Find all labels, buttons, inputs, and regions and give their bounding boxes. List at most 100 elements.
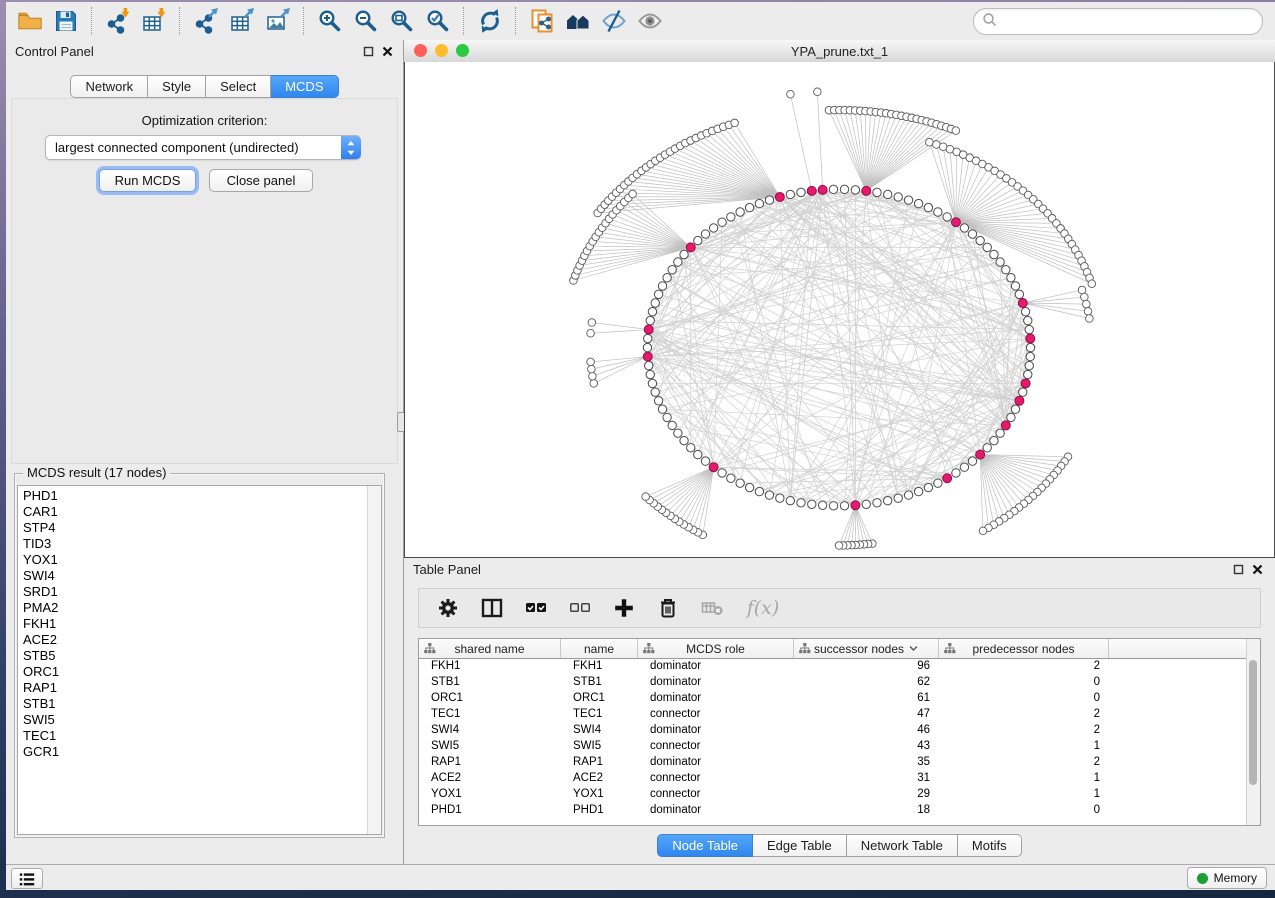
control-panel-title: Control Panel: [15, 44, 94, 59]
mcds-result-item[interactable]: ACE2: [23, 632, 368, 648]
column-header-MCDS-role[interactable]: MCDS role: [638, 639, 794, 658]
new-network-from-selection-button[interactable]: [524, 5, 560, 37]
task-history-button[interactable]: [11, 868, 43, 889]
mcds-result-item[interactable]: TID3: [23, 536, 368, 552]
network-window-titlebar[interactable]: YPA_prune.txt_1: [404, 40, 1275, 63]
mcds-result-item[interactable]: PHD1: [23, 488, 368, 504]
table-cell: TEC1: [561, 707, 638, 723]
close-panel-icon[interactable]: [380, 44, 394, 58]
mcds-result-item[interactable]: FKH1: [23, 616, 368, 632]
table-row[interactable]: FKH1FKH1dominator962: [419, 659, 1247, 675]
tab-select[interactable]: Select: [206, 75, 271, 98]
mcds-result-item[interactable]: SWI5: [23, 712, 368, 728]
float-panel-icon[interactable]: [361, 44, 375, 58]
show-all-button[interactable]: [632, 5, 668, 37]
import-table-button[interactable]: [136, 5, 172, 37]
add-column-icon: [613, 597, 635, 619]
column-layout-button[interactable]: [479, 595, 505, 621]
export-image-button[interactable]: [260, 5, 296, 37]
mcds-list-scrollbar[interactable]: [367, 486, 381, 834]
optimization-criterion-select[interactable]: largest connected component (undirected): [45, 135, 361, 160]
mcds-result-item[interactable]: ORC1: [23, 664, 368, 680]
function-builder-button[interactable]: f(x): [743, 595, 783, 621]
toolbar-separator: [515, 7, 517, 35]
run-mcds-button[interactable]: Run MCDS: [99, 169, 196, 192]
gear-button[interactable]: [435, 595, 461, 621]
mcds-result-item[interactable]: TEC1: [23, 728, 368, 744]
import-network-button[interactable]: [100, 5, 136, 37]
save-session-button[interactable]: [48, 5, 84, 37]
table-row[interactable]: ORC1ORC1dominator610: [419, 691, 1247, 707]
mcds-result-item[interactable]: PMA2: [23, 600, 368, 616]
tab-node-table[interactable]: Node Table: [657, 834, 753, 857]
add-column-button[interactable]: [611, 595, 637, 621]
mcds-result-item[interactable]: CAR1: [23, 504, 368, 520]
network-canvas[interactable]: [404, 62, 1275, 558]
mcds-result-title: MCDS result (17 nodes): [23, 465, 170, 480]
column-header-predecessor-nodes[interactable]: predecessor nodes: [939, 639, 1109, 658]
apply-layout-button[interactable]: [472, 5, 508, 37]
tab-style[interactable]: Style: [148, 75, 206, 98]
table-cell: PHD1: [561, 803, 638, 819]
mcds-result-item[interactable]: STB5: [23, 648, 368, 664]
first-neighbors-button[interactable]: [560, 5, 596, 37]
export-network-button[interactable]: [188, 5, 224, 37]
search-input[interactable]: [1002, 14, 1254, 30]
mcds-result-item[interactable]: SWI4: [23, 568, 368, 584]
mcds-result-item[interactable]: GCR1: [23, 744, 368, 760]
table-row[interactable]: STB1STB1dominator620: [419, 675, 1247, 691]
tab-edge-table[interactable]: Edge Table: [753, 834, 847, 857]
table-row[interactable]: RAP1RAP1dominator352: [419, 755, 1247, 771]
column-type-icon: [799, 643, 811, 654]
table-row[interactable]: PHD1PHD1dominator180: [419, 803, 1247, 819]
table-row[interactable]: SWI5SWI5connector431: [419, 739, 1247, 755]
mcds-result-item[interactable]: STB1: [23, 696, 368, 712]
table-cell: 43: [794, 739, 939, 755]
hide-selected-button[interactable]: [596, 5, 632, 37]
column-header-shared-name[interactable]: shared name: [419, 639, 561, 658]
table-cell: connector: [638, 739, 794, 755]
table-row[interactable]: ACE2ACE2connector311: [419, 771, 1247, 787]
maximize-window-icon[interactable]: [456, 44, 469, 57]
delete-table-button[interactable]: [699, 595, 725, 621]
tab-mcds[interactable]: MCDS: [271, 75, 338, 98]
tab-motifs[interactable]: Motifs: [958, 834, 1022, 857]
status-bar: Memory: [6, 864, 1275, 890]
minimize-window-icon[interactable]: [435, 44, 448, 57]
close-panel-button[interactable]: Close panel: [209, 169, 313, 192]
column-header-name[interactable]: name: [561, 639, 638, 658]
table-cell: 1: [939, 739, 1109, 755]
search-box[interactable]: [973, 8, 1263, 35]
zoom-fit-button[interactable]: [384, 5, 420, 37]
table-row[interactable]: YOX1YOX1connector291: [419, 787, 1247, 803]
close-table-panel-icon[interactable]: [1250, 562, 1264, 576]
table-row[interactable]: TEC1TEC1connector472: [419, 707, 1247, 723]
table-scrollbar-thumb[interactable]: [1249, 660, 1257, 785]
select-all-button[interactable]: [523, 595, 549, 621]
zoom-out-button[interactable]: [348, 5, 384, 37]
mcds-result-item[interactable]: SRD1: [23, 584, 368, 600]
tab-network[interactable]: Network: [70, 75, 148, 98]
mcds-result-item[interactable]: YOX1: [23, 552, 368, 568]
table-row[interactable]: SWI4SWI4dominator462: [419, 723, 1247, 739]
float-table-panel-icon[interactable]: [1231, 562, 1245, 576]
control-panel-header: Control Panel: [6, 40, 403, 62]
close-window-icon[interactable]: [414, 44, 427, 57]
deselect-all-button[interactable]: [567, 595, 593, 621]
table-cell: dominator: [638, 755, 794, 771]
zoom-selected-button[interactable]: [420, 5, 456, 37]
export-table-button[interactable]: [224, 5, 260, 37]
column-header-successor-nodes[interactable]: successor nodes: [794, 639, 939, 658]
table-scrollbar[interactable]: [1246, 639, 1260, 825]
table-cell: 0: [939, 803, 1109, 819]
open-file-button[interactable]: [12, 5, 48, 37]
table-cell: 29: [794, 787, 939, 803]
mcds-result-item[interactable]: STP4: [23, 520, 368, 536]
tab-network-table[interactable]: Network Table: [847, 834, 958, 857]
memory-button[interactable]: Memory: [1187, 867, 1267, 889]
mcds-result-list[interactable]: PHD1CAR1STP4TID3YOX1SWI4SRD1PMA2FKH1ACE2…: [17, 485, 382, 835]
mcds-result-item[interactable]: RAP1: [23, 680, 368, 696]
delete-column-button[interactable]: [655, 595, 681, 621]
zoom-in-button[interactable]: [312, 5, 348, 37]
table-cell: dominator: [638, 675, 794, 691]
